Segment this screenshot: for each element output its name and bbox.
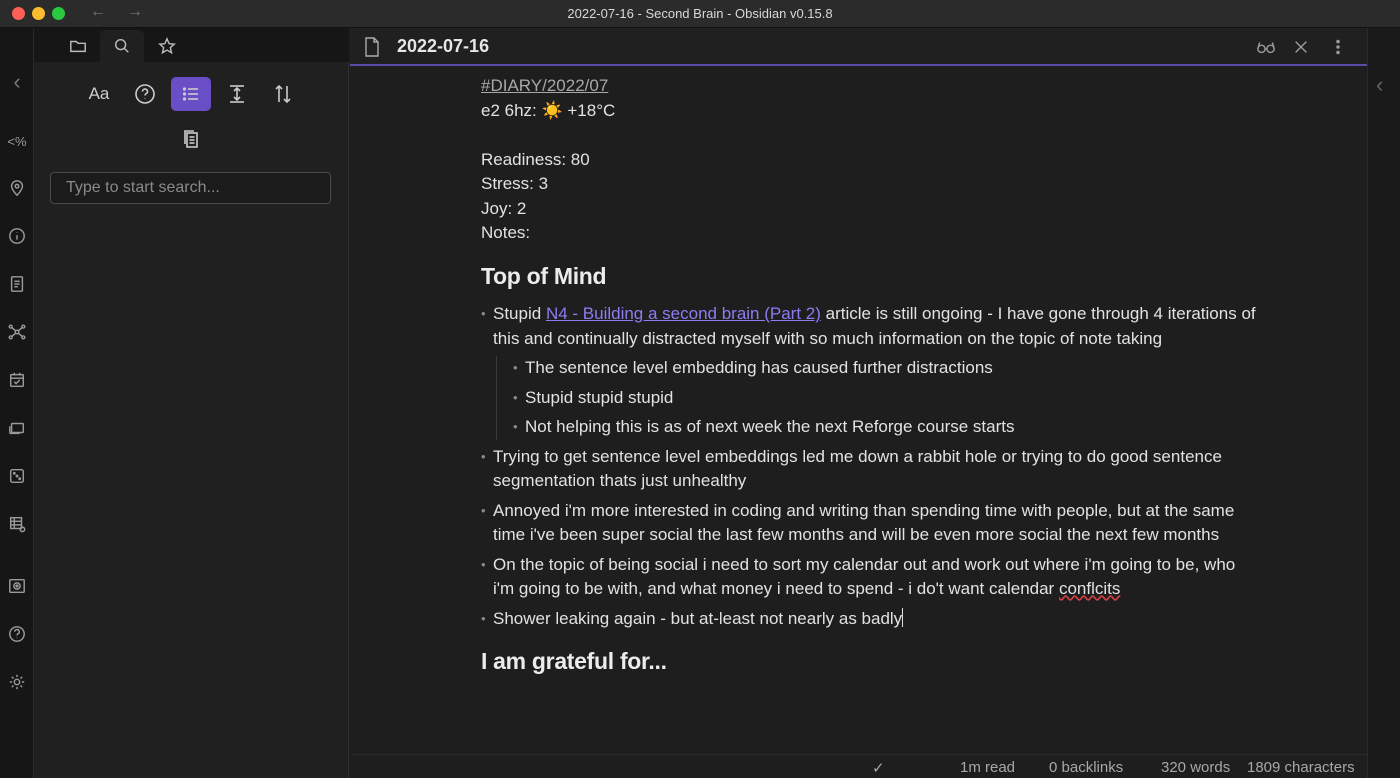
settings-gear-icon[interactable] <box>7 672 27 692</box>
star-icon <box>158 37 176 55</box>
document-icon <box>364 37 380 62</box>
joy-line: Joy: 2 <box>481 198 527 218</box>
sync-check-icon[interactable]: ✓ <box>872 759 885 777</box>
left-side-panel: Aa <box>34 28 349 778</box>
editor-pane: 2022-07-16 #DIARY/2022/07 e2 6hz: ☀️ +18… <box>350 28 1367 754</box>
list-item: • On the topic of being social i need to … <box>481 554 1236 599</box>
graph-view-icon[interactable] <box>7 322 27 342</box>
copy-results-button[interactable] <box>171 122 211 156</box>
read-time: 1m read <box>960 759 1016 776</box>
nested-list: • The sentence level embedding has caused… <box>496 356 1261 440</box>
list-icon <box>182 87 198 101</box>
left-ribbon: ‹ <% <box>0 28 34 778</box>
word-count: 320 words <box>1161 759 1231 776</box>
top-of-mind-list: • Stupid N4 - Building a second brain (P… <box>481 302 1261 631</box>
window-title: 2022-07-16 - Second Brain - Obsidian v0.… <box>567 6 833 21</box>
help-circle-icon <box>135 84 155 104</box>
match-case-button[interactable]: Aa <box>79 77 119 111</box>
sort-arrows-icon <box>275 84 291 104</box>
heading-grateful: I am grateful for... <box>481 648 667 674</box>
status-bar: ✓ 1m read 0 backlinks 320 words 1809 cha… <box>350 754 1367 778</box>
editor-header: 2022-07-16 <box>350 28 1367 66</box>
reading-view-glasses-icon[interactable] <box>1255 37 1277 57</box>
folder-icon <box>70 40 86 53</box>
search-input[interactable] <box>50 172 331 204</box>
templater-icon[interactable]: <% <box>7 131 27 151</box>
table-settings-icon[interactable] <box>7 514 27 534</box>
random-note-dice-icon[interactable] <box>7 466 27 486</box>
list-item: • Trying to get sentence level embeddings… <box>481 446 1222 491</box>
explain-search-button[interactable] <box>125 77 165 111</box>
expand-vertical-icon <box>230 85 244 103</box>
search-icon <box>114 38 129 53</box>
right-sidebar-collapsed: ‹ <box>1367 28 1400 778</box>
title-bar: ← → 2022-07-16 - Second Brain - Obsidian… <box>0 0 1400 28</box>
diary-tag[interactable]: #DIARY/2022/07 <box>481 76 608 95</box>
list-item: • Annoyed i'm more interested in coding a… <box>481 500 1235 545</box>
misspelled-word[interactable]: conflcits <box>1059 579 1120 598</box>
collapse-sidebar-icon[interactable]: ‹ <box>7 69 27 94</box>
internal-link[interactable]: N4 - Building a second brain (Part 2) <box>546 304 821 323</box>
tab-search[interactable] <box>100 30 144 62</box>
sort-order-button[interactable] <box>263 77 303 111</box>
character-count: 1809 characters <box>1247 759 1355 776</box>
tab-file-explorer[interactable] <box>56 30 100 62</box>
vault-icon[interactable] <box>7 576 27 596</box>
heading-top-of-mind: Top of Mind <box>481 262 607 289</box>
text-cursor <box>902 607 904 627</box>
daily-note-calendar-icon[interactable] <box>7 370 27 390</box>
backlinks-count[interactable]: 0 backlinks <box>1049 759 1123 776</box>
note-content[interactable]: #DIARY/2022/07 e2 6hz: ☀️ +18°C Readines… <box>481 74 1261 688</box>
readiness-line: Readiness: 80 <box>481 149 590 169</box>
expand-results-button[interactable] <box>217 77 257 111</box>
copy-document-icon <box>184 130 198 148</box>
tab-starred[interactable] <box>145 30 189 62</box>
map-pin-icon[interactable] <box>7 178 27 198</box>
more-options-icon[interactable] <box>1327 37 1349 57</box>
outline-icon[interactable] <box>7 274 27 294</box>
side-panel-tabs <box>34 28 349 62</box>
info-icon[interactable] <box>7 226 27 246</box>
weather-line: e2 6hz: ☀️ +18°C <box>481 100 616 120</box>
help-icon[interactable] <box>7 624 27 644</box>
list-item: • Not helping this is as of next week the… <box>513 417 1015 436</box>
list-item: • The sentence level embedding has caused… <box>513 358 993 377</box>
list-item: • Stupid stupid stupid <box>513 387 674 407</box>
note-title[interactable]: 2022-07-16 <box>397 36 489 57</box>
slides-icon[interactable] <box>7 418 27 438</box>
stress-line: Stress: 3 <box>481 174 549 193</box>
list-item: • Stupid N4 - Building a second brain (P… <box>481 302 1261 440</box>
show-context-button[interactable] <box>171 77 211 111</box>
list-item: • Shower leaking again - but at-least not… <box>481 607 904 628</box>
notes-line: Notes: <box>481 223 531 242</box>
expand-right-sidebar-icon[interactable]: ‹ <box>1376 72 1383 98</box>
close-tab-icon[interactable] <box>1290 37 1312 57</box>
